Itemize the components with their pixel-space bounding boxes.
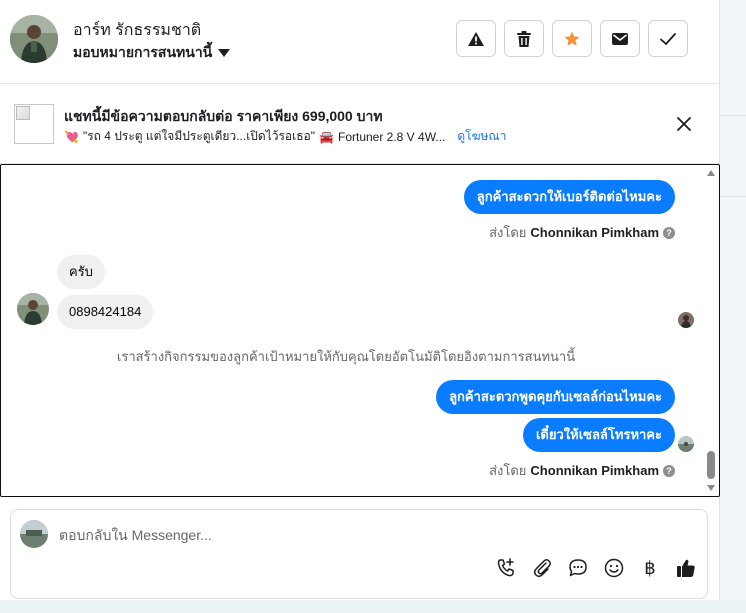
- ad-context-banner: แชทนี้มีข้อความตอบกลับต่อ ราคาเพียง 699,…: [0, 84, 720, 164]
- heart-emoji: 💘: [64, 129, 79, 144]
- seen-avatar: [678, 436, 694, 452]
- ad-model: Fortuner 2.8 V 4W...: [337, 129, 446, 144]
- baht-icon: ฿: [644, 558, 656, 578]
- assign-label: มอบหมายการสนทนานี้: [73, 44, 213, 60]
- assign-conversation-dropdown[interactable]: มอบหมายการสนทนานี้: [73, 42, 231, 64]
- like-button[interactable]: [675, 557, 697, 579]
- paperclip-icon: [533, 559, 551, 578]
- caret-down-icon: [218, 49, 231, 57]
- sent-by-prefix: ส่งโดย: [489, 225, 527, 240]
- conversation-header: อาร์ท รักธรรมชาติ มอบหมายการสนทนานี้: [0, 0, 720, 84]
- ad-thumbnail[interactable]: [14, 104, 54, 144]
- bottom-edge: [0, 600, 746, 613]
- add-call-button[interactable]: [495, 557, 517, 579]
- contact-avatar-small: [17, 293, 49, 325]
- sent-by-label: ส่งโดย Chonnikan Pimkham ?: [489, 460, 675, 481]
- mark-unread-button[interactable]: [600, 20, 640, 57]
- smiley-icon: [604, 558, 624, 578]
- scroll-thumb[interactable]: [707, 451, 715, 479]
- report-spam-button[interactable]: [456, 20, 496, 57]
- thumbs-up-icon: [677, 559, 695, 577]
- incoming-message[interactable]: ครับ: [57, 255, 105, 289]
- outgoing-message[interactable]: ลูกค้าสะดวกให้เบอร์ติดต่อไหมคะ: [463, 180, 675, 214]
- emoji-button[interactable]: [603, 557, 625, 579]
- mark-done-button[interactable]: [648, 20, 688, 57]
- sender-name: Chonnikan Pimkham: [530, 225, 659, 240]
- add-call-icon: [497, 558, 514, 577]
- ad-subtitle: 💘 "รถ 4 ประตู แต่ใจมีประตูเดียว...เปิดไว…: [64, 127, 506, 146]
- close-icon: [677, 117, 691, 131]
- system-note: เราสร้างกิจกรรมของลูกค้าเป้าหมายให้กับคุ…: [116, 349, 576, 364]
- contact-avatar[interactable]: [10, 15, 58, 63]
- payment-button[interactable]: ฿: [639, 557, 661, 579]
- ad-quote: "รถ 4 ประตู แต่ใจมีประตูเดียว...เปิดไว้ร…: [82, 129, 316, 143]
- read-receipt-avatar: [678, 312, 694, 328]
- outgoing-message[interactable]: เดี๋ยวให้เซลล์โทรหาคะ: [522, 418, 675, 452]
- message-thread[interactable]: ลูกค้าสะดวกให้เบอร์ติดต่อไหมคะ ส่งโดย Ch…: [0, 164, 720, 497]
- star-button[interactable]: [552, 20, 592, 57]
- envelope-icon: [612, 32, 628, 45]
- sent-by-label: ส่งโดย Chonnikan Pimkham ?: [489, 222, 675, 243]
- thread-scrollbar[interactable]: [705, 165, 717, 496]
- saved-replies-button[interactable]: [567, 557, 589, 579]
- warning-icon: [468, 31, 484, 46]
- star-icon: [564, 31, 580, 46]
- car-emoji: 🚘: [319, 129, 334, 144]
- conversation-panel: อาร์ท รักธรรมชาติ มอบหมายการสนทนานี้ แชท…: [0, 0, 720, 600]
- contact-name[interactable]: อาร์ท รักธรรมชาติ: [73, 18, 201, 43]
- reply-composer: ฿: [10, 509, 708, 599]
- view-ad-link[interactable]: ดูโฆษณา: [457, 127, 506, 146]
- delete-button[interactable]: [504, 20, 544, 57]
- outgoing-message[interactable]: ลูกค้าสะดวกพูดคุยกับเซลล์ก่อนไหมคะ: [436, 380, 675, 414]
- trash-icon: [517, 30, 531, 47]
- page-avatar: [20, 520, 48, 548]
- check-icon: [660, 32, 676, 45]
- close-ad-button[interactable]: [674, 114, 694, 134]
- ad-title: แชทนี้มีข้อความตอบกลับต่อ ราคาเพียง 699,…: [64, 108, 383, 124]
- attach-button[interactable]: [531, 557, 553, 579]
- reply-input[interactable]: [59, 522, 659, 548]
- composer-tools: ฿: [495, 557, 697, 579]
- scroll-up-arrow[interactable]: [707, 170, 715, 176]
- help-icon[interactable]: ?: [663, 226, 675, 239]
- chat-bubble-icon: [569, 559, 587, 577]
- right-edge-panel: [720, 0, 746, 613]
- sent-by-prefix: ส่งโดย: [489, 463, 527, 478]
- header-actions: [456, 20, 688, 57]
- sender-name: Chonnikan Pimkham: [530, 463, 659, 478]
- help-icon[interactable]: ?: [663, 464, 675, 477]
- incoming-message[interactable]: 0898424184: [57, 295, 154, 329]
- scroll-down-arrow[interactable]: [707, 485, 715, 491]
